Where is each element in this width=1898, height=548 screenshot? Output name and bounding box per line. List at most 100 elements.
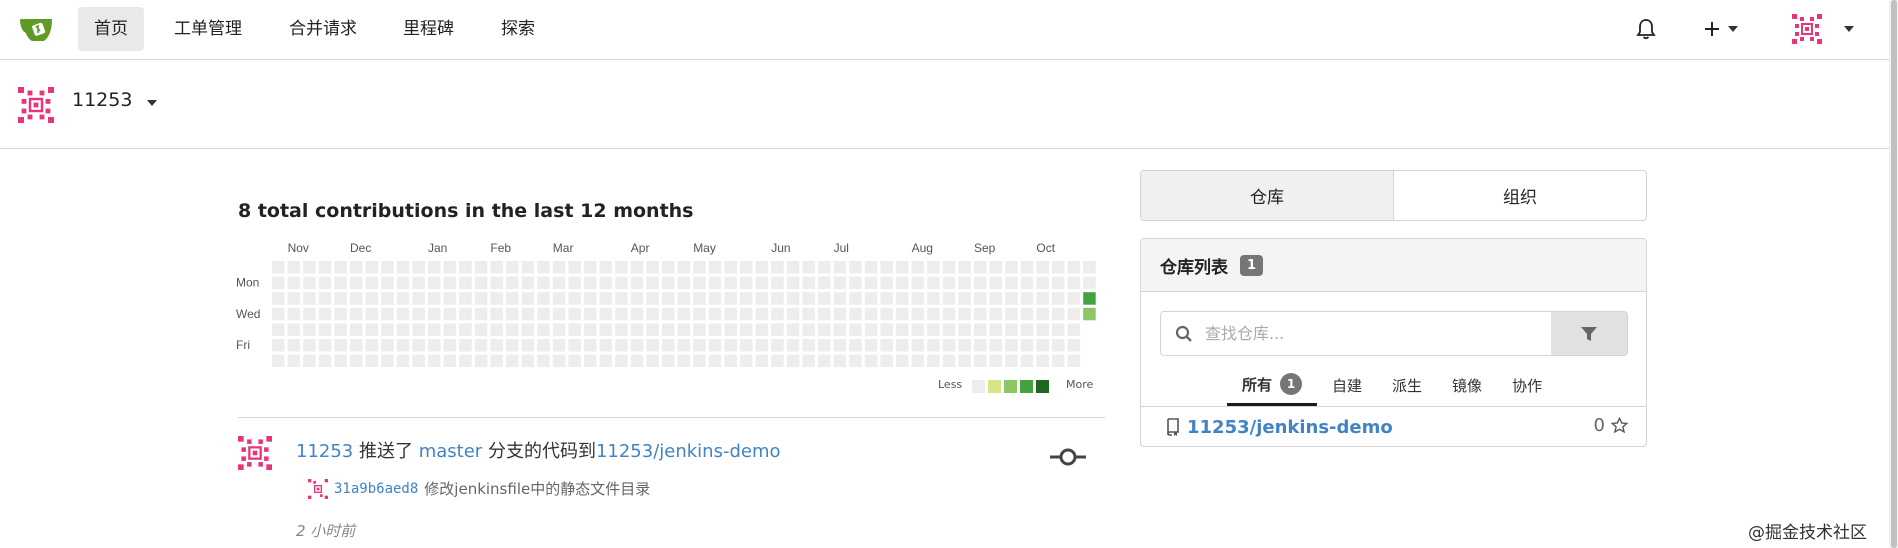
notifications-button[interactable]	[1636, 10, 1656, 48]
heatmap-cell[interactable]	[1036, 276, 1049, 290]
heatmap-cell[interactable]	[584, 354, 597, 368]
heatmap-cell[interactable]	[849, 261, 862, 274]
heatmap-cell[interactable]	[958, 292, 971, 305]
commit-sha-link[interactable]: 31a9b6aed8	[334, 481, 418, 497]
heatmap-cell[interactable]	[755, 292, 769, 305]
heatmap-cell[interactable]	[818, 292, 831, 305]
heatmap-cell[interactable]	[630, 354, 644, 368]
avatar[interactable]	[238, 436, 272, 470]
tab-repositories[interactable]: 仓库	[1141, 171, 1393, 220]
heatmap-cell[interactable]	[381, 292, 394, 305]
heatmap-cell[interactable]	[615, 354, 628, 368]
heatmap-cell[interactable]	[693, 323, 706, 336]
heatmap-cell[interactable]	[1005, 339, 1018, 352]
heatmap-cell[interactable]	[272, 292, 285, 305]
heatmap-cell[interactable]	[818, 354, 831, 368]
heatmap-cell[interactable]	[412, 307, 425, 321]
heatmap-cell[interactable]	[833, 292, 847, 305]
heatmap-cell[interactable]	[459, 276, 472, 290]
heatmap-cell[interactable]	[599, 354, 613, 368]
heatmap-cell[interactable]	[350, 339, 363, 352]
heatmap-cell[interactable]	[880, 339, 893, 352]
heatmap-cell[interactable]	[942, 339, 956, 352]
heatmap-cell[interactable]	[849, 307, 862, 321]
heatmap-cell[interactable]	[584, 292, 597, 305]
heatmap-cell[interactable]	[506, 261, 519, 274]
heatmap-cell[interactable]	[880, 261, 893, 274]
heatmap-cell[interactable]	[381, 323, 394, 336]
heatmap-cell[interactable]	[942, 354, 956, 368]
heatmap-cell[interactable]	[662, 276, 675, 290]
heatmap-cell[interactable]	[662, 339, 675, 352]
heatmap-cell[interactable]	[490, 339, 503, 352]
heatmap-cell[interactable]	[833, 339, 847, 352]
heatmap-cell[interactable]	[584, 339, 597, 352]
heatmap-cell[interactable]	[1083, 292, 1096, 305]
heatmap-cell[interactable]	[521, 323, 535, 336]
heatmap-cell[interactable]	[911, 339, 925, 352]
heatmap-cell[interactable]	[599, 339, 613, 352]
heatmap-cell[interactable]	[272, 276, 285, 290]
heatmap-cell[interactable]	[365, 276, 379, 290]
heatmap-cell[interactable]	[1052, 261, 1065, 274]
heatmap-cell[interactable]	[428, 307, 441, 321]
heatmap-cell[interactable]	[802, 339, 815, 352]
heatmap-cell[interactable]	[490, 261, 503, 274]
heatmap-cell[interactable]	[646, 323, 659, 336]
heatmap-cell[interactable]	[568, 276, 581, 290]
heatmap-cell[interactable]	[521, 339, 535, 352]
heatmap-cell[interactable]	[599, 261, 613, 274]
heatmap-cell[interactable]	[662, 354, 675, 368]
heatmap-cell[interactable]	[303, 292, 316, 305]
heatmap-cell[interactable]	[740, 307, 753, 321]
heatmap-cell[interactable]	[880, 292, 893, 305]
heatmap-cell[interactable]	[786, 261, 800, 274]
heatmap-cell[interactable]	[303, 354, 316, 368]
heatmap-cell[interactable]	[942, 292, 956, 305]
heatmap-cell[interactable]	[1067, 339, 1081, 352]
heatmap-cell[interactable]	[412, 339, 425, 352]
heatmap-cell[interactable]	[974, 323, 987, 336]
heatmap-cell[interactable]	[568, 323, 581, 336]
heatmap-cell[interactable]	[833, 323, 847, 336]
heatmap-cell[interactable]	[896, 339, 909, 352]
heatmap-cell[interactable]	[318, 276, 332, 290]
heatmap-cell[interactable]	[537, 339, 550, 352]
heatmap-cell[interactable]	[630, 339, 644, 352]
heatmap-cell[interactable]	[459, 307, 472, 321]
heatmap-cell[interactable]	[459, 323, 472, 336]
heatmap-cell[interactable]	[443, 354, 457, 368]
heatmap-cell[interactable]	[412, 276, 425, 290]
heatmap-cell[interactable]	[771, 354, 784, 368]
heatmap-cell[interactable]	[755, 261, 769, 274]
heatmap-cell[interactable]	[677, 276, 691, 290]
heatmap-cell[interactable]	[615, 292, 628, 305]
subtab-sources[interactable]: 自建	[1317, 365, 1377, 406]
heatmap-cell[interactable]	[599, 292, 613, 305]
heatmap-cell[interactable]	[864, 307, 878, 321]
heatmap-cell[interactable]	[786, 292, 800, 305]
nav-pull-requests[interactable]: 合并请求	[273, 7, 373, 51]
heatmap-cell[interactable]	[287, 354, 301, 368]
heatmap-cell[interactable]	[396, 261, 410, 274]
heatmap-cell[interactable]	[584, 261, 597, 274]
heatmap-cell[interactable]	[864, 261, 878, 274]
heatmap-cell[interactable]	[365, 323, 379, 336]
heatmap-cell[interactable]	[989, 261, 1003, 274]
heatmap-cell[interactable]	[755, 339, 769, 352]
heatmap-cell[interactable]	[552, 292, 566, 305]
heatmap-cell[interactable]	[724, 292, 737, 305]
heatmap-cell[interactable]	[896, 323, 909, 336]
heatmap-cell[interactable]	[740, 339, 753, 352]
heatmap-cell[interactable]	[1020, 339, 1034, 352]
heatmap-cell[interactable]	[896, 276, 909, 290]
nav-milestones[interactable]: 里程碑	[387, 7, 470, 51]
heatmap-cell[interactable]	[646, 339, 659, 352]
heatmap-cell[interactable]	[1036, 339, 1049, 352]
heatmap-cell[interactable]	[833, 276, 847, 290]
heatmap-cell[interactable]	[490, 292, 503, 305]
heatmap-cell[interactable]	[786, 354, 800, 368]
heatmap-cell[interactable]	[490, 354, 503, 368]
heatmap-cell[interactable]	[662, 323, 675, 336]
heatmap-cell[interactable]	[381, 276, 394, 290]
